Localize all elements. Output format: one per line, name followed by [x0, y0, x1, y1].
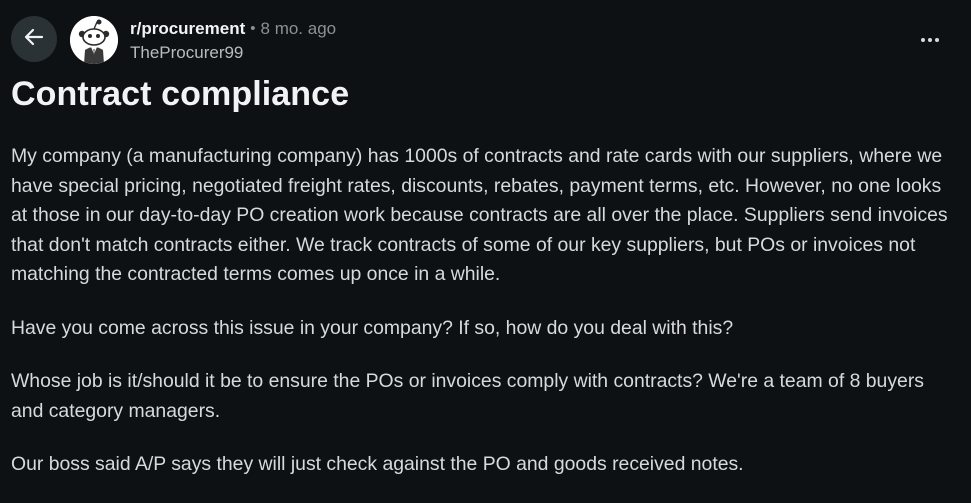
post-title: Contract compliance [11, 75, 350, 113]
more-horizontal-icon [920, 30, 940, 48]
back-button[interactable] [11, 16, 57, 62]
post-paragraph: Have you come across this issue in your … [11, 316, 734, 339]
meta-separator: • [250, 20, 256, 37]
subreddit-avatar[interactable] [70, 16, 118, 64]
post-paragraph: Whose job is it/should it be to ensure t… [11, 370, 924, 422]
reddit-snoo-icon [70, 16, 118, 64]
arrow-left-icon [22, 25, 46, 54]
more-options-button[interactable] [919, 30, 941, 48]
post-meta: r/procurement • 8 mo. ago TheProcurer99 [130, 17, 336, 65]
subreddit-link[interactable]: r/procurement [130, 17, 245, 41]
post-body: My company (a manufacturing company) has… [11, 142, 951, 503]
post-paragraph: My company (a manufacturing company) has… [11, 145, 948, 285]
post-time: 8 mo. ago [260, 19, 337, 38]
post-paragraph: Our boss said A/P says they will just ch… [11, 453, 744, 475]
author-link[interactable]: TheProcurer99 [130, 41, 336, 65]
